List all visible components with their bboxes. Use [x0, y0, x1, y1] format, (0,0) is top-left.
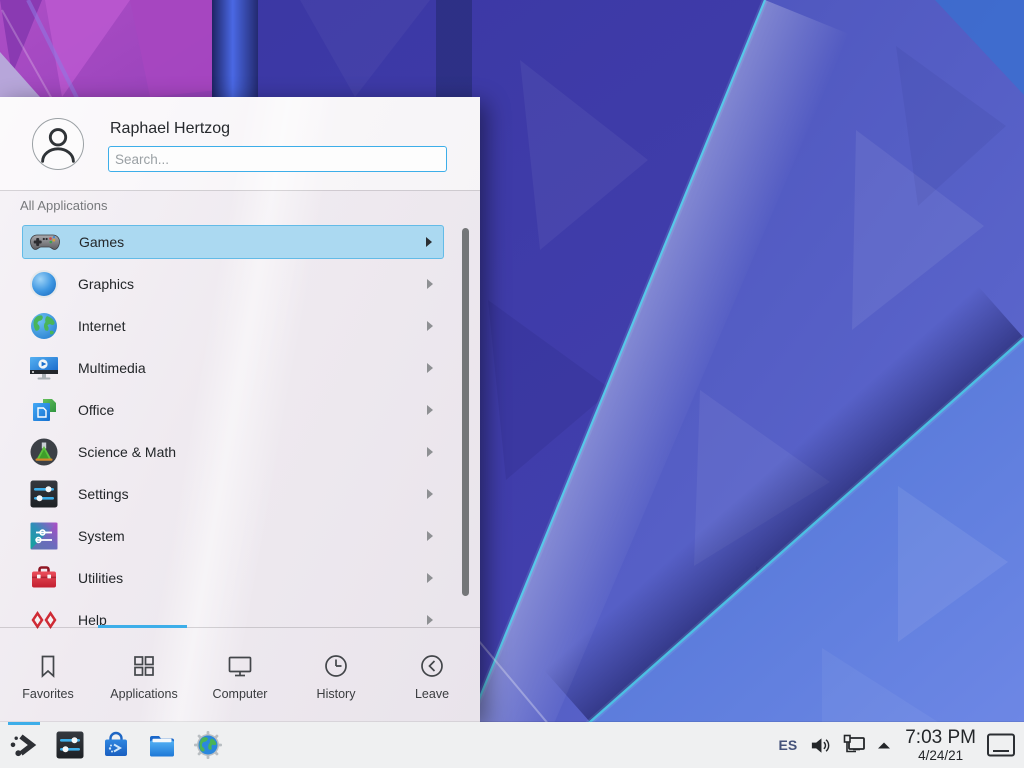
user-name: Raphael Hertzog [110, 120, 230, 138]
clock-date: 4/24/21 [905, 749, 976, 763]
show-desktop-icon [986, 732, 1016, 758]
category-label: Office [78, 402, 114, 418]
globe-gear-icon [192, 729, 224, 761]
office-icon [28, 394, 60, 426]
volume-icon[interactable] [809, 734, 832, 757]
help-icon [28, 604, 60, 629]
user-avatar[interactable] [32, 118, 84, 170]
web-browser-button[interactable] [192, 729, 224, 761]
internet-icon [28, 310, 60, 342]
tab-label: Favorites [22, 687, 73, 701]
category-list: Games Graphics [0, 218, 480, 629]
taskbar-apps [0, 722, 224, 768]
graphics-icon [28, 268, 60, 300]
chevron-right-icon [427, 531, 433, 541]
category-row-utilities[interactable]: Utilities [22, 561, 444, 595]
category-row-office[interactable]: Office [22, 393, 444, 427]
application-launcher-button[interactable] [8, 729, 40, 761]
tab-applications[interactable]: Applications [96, 628, 192, 722]
chevron-right-icon [427, 447, 433, 457]
category-row-help[interactable]: Help [22, 603, 444, 629]
category-label: Settings [78, 486, 129, 502]
chevron-right-icon [427, 405, 433, 415]
category-label: Science & Math [78, 444, 176, 460]
tab-label: Leave [415, 687, 449, 701]
discover-bag-icon [100, 729, 132, 761]
category-row-internet[interactable]: Internet [22, 309, 444, 343]
leave-icon [417, 651, 447, 681]
expand-tray-arrow-icon[interactable] [876, 739, 892, 751]
clock-icon [321, 651, 351, 681]
tab-label: History [317, 687, 356, 701]
tab-label: Applications [110, 687, 177, 701]
application-launcher-popup: Raphael Hertzog All Applications Games [0, 97, 480, 722]
launcher-tabbar: Favorites Applications C [0, 628, 480, 722]
multimedia-icon [28, 352, 60, 384]
category-label: System [78, 528, 125, 544]
chevron-right-icon [427, 573, 433, 583]
tab-computer[interactable]: Computer [192, 628, 288, 722]
keyboard-layout-indicator[interactable]: ES [779, 737, 798, 753]
system-tray: ES 7:03 PM 4/24/21 [779, 728, 1024, 763]
folder-icon [146, 729, 178, 761]
science-icon [28, 436, 60, 468]
category-label: Graphics [78, 276, 134, 292]
active-tab-indicator [98, 625, 187, 628]
chevron-right-icon [427, 279, 433, 289]
bookmark-icon [33, 651, 63, 681]
chevron-right-icon [427, 321, 433, 331]
system-settings-icon [54, 729, 86, 761]
discover-button[interactable] [100, 729, 132, 761]
tab-label: Computer [213, 687, 268, 701]
network-icon[interactable] [841, 733, 867, 757]
category-row-games[interactable]: Games [22, 225, 444, 259]
section-label: All Applications [20, 198, 107, 213]
category-row-system[interactable]: System [22, 519, 444, 553]
settings-icon [28, 478, 60, 510]
taskbar-panel: ES 7:03 PM 4/24/21 [0, 722, 1024, 768]
category-label: Internet [78, 318, 125, 334]
tab-history[interactable]: History [288, 628, 384, 722]
category-label: Utilities [78, 570, 123, 586]
header-separator [0, 190, 480, 191]
chevron-right-icon [427, 489, 433, 499]
kde-launcher-icon [8, 729, 40, 761]
category-row-science-math[interactable]: Science & Math [22, 435, 444, 469]
app-grid-icon [129, 651, 159, 681]
category-row-settings[interactable]: Settings [22, 477, 444, 511]
utilities-icon [28, 562, 60, 594]
monitor-icon [225, 651, 255, 681]
dolphin-file-manager-button[interactable] [146, 729, 178, 761]
digital-clock[interactable]: 7:03 PM 4/24/21 [905, 728, 976, 763]
category-label: Games [79, 234, 124, 250]
chevron-right-icon [427, 363, 433, 373]
games-icon [29, 226, 61, 258]
system-settings-button[interactable] [54, 729, 86, 761]
category-row-graphics[interactable]: Graphics [22, 267, 444, 301]
user-icon [33, 119, 83, 169]
clock-time: 7:03 PM [905, 728, 976, 747]
chevron-right-icon [427, 615, 433, 625]
show-desktop-button[interactable] [986, 732, 1016, 758]
category-label: Multimedia [78, 360, 146, 376]
tab-leave[interactable]: Leave [384, 628, 480, 722]
chevron-right-icon [426, 237, 432, 247]
system-icon [28, 520, 60, 552]
tab-favorites[interactable]: Favorites [0, 628, 96, 722]
search-input[interactable] [108, 146, 447, 172]
category-row-multimedia[interactable]: Multimedia [22, 351, 444, 385]
desktop: Raphael Hertzog All Applications Games [0, 0, 1024, 768]
list-scrollbar[interactable] [462, 228, 469, 596]
